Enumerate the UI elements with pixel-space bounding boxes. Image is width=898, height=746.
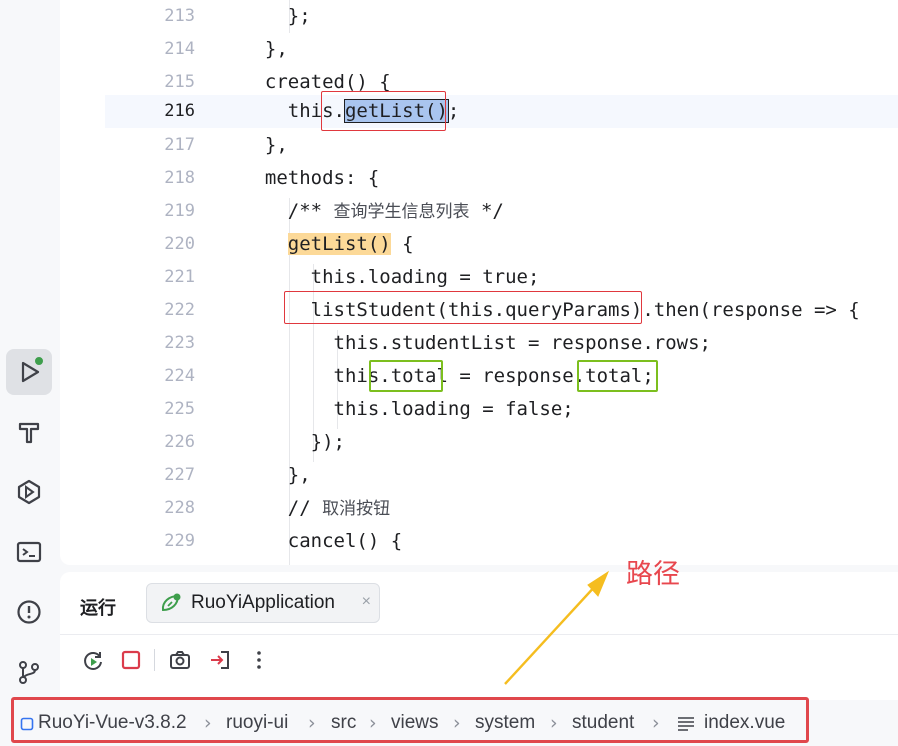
annotation-label: 路径 (626, 559, 680, 590)
rerun-icon (84, 652, 102, 670)
ide-window: { "editor": { "lines": [ {"num": "213", … (0, 0, 898, 746)
code-text: }; (242, 5, 311, 27)
divider (60, 634, 898, 635)
code-text: // (242, 497, 323, 519)
hammer-icon (18, 422, 40, 444)
run-panel-title: 运行 (80, 598, 116, 618)
camera-icon (170, 651, 190, 669)
git-tool-button[interactable] (6, 649, 52, 695)
code-line: 217 }, (105, 129, 898, 162)
code-text: this.loading = true; (242, 266, 540, 288)
line-number: 229 (164, 531, 195, 551)
git-branch-icon (19, 661, 39, 684)
code-text: }); (242, 431, 345, 453)
line-number: 224 (164, 366, 195, 386)
highlight-box-getlist-call (321, 91, 446, 131)
line-number: 218 (164, 168, 195, 188)
spring-boot-app-icon (161, 593, 181, 612)
build-tool-button[interactable] (6, 409, 52, 455)
toolbar-separator (154, 649, 155, 671)
line-number: 216 (164, 101, 195, 121)
code-line: 221 this.loading = true; (105, 261, 898, 294)
code-line: 219 /** 查询学生信息列表 */ (105, 195, 898, 228)
services-icon (17, 479, 41, 505)
line-number: 227 (164, 465, 195, 485)
line-number: 222 (164, 300, 195, 320)
line-number: 225 (164, 399, 195, 419)
run-tool-button[interactable] (6, 349, 52, 395)
code-text: this.studentList = response.rows; (242, 332, 712, 354)
code-comment: 取消按钮 (322, 499, 391, 519)
line-number: 220 (164, 234, 195, 254)
code-text: this.loading = false; (242, 398, 574, 420)
rerun-button[interactable] (80, 647, 106, 673)
tool-window-strip (0, 0, 60, 746)
code-line: 213 }; (105, 0, 898, 33)
run-tab-label: RuoYiApplication (191, 592, 335, 613)
code-editor[interactable]: 213 }; 214 }, 215 created() { 216 this.g… (60, 0, 898, 565)
screenshot-button[interactable] (167, 647, 193, 673)
code-text: */ (469, 200, 504, 222)
code-text: }, (242, 464, 311, 486)
code-text: /** (242, 200, 334, 222)
line-number: 226 (164, 432, 195, 452)
line-number: 217 (164, 135, 195, 155)
services-tool-button[interactable] (6, 469, 52, 515)
close-tab-icon[interactable]: × (362, 593, 371, 611)
terminal-icon (16, 541, 42, 563)
code-text: cancel() { (242, 530, 403, 552)
code-line: 218 methods: { (105, 162, 898, 195)
code-line: 224 this.total = response.total; (105, 360, 898, 393)
code-line: 228 // 取消按钮 (105, 492, 898, 525)
line-number: 214 (164, 39, 195, 59)
code-line-current: 216 this.getList(); (105, 95, 898, 128)
run-config-tab[interactable]: RuoYiApplication × (146, 583, 380, 623)
stop-button[interactable] (118, 647, 144, 673)
running-indicator-icon (34, 356, 44, 366)
code-line: 226 }); (105, 426, 898, 459)
highlight-box-liststudent-call (284, 291, 642, 324)
more-options-button[interactable] (246, 647, 272, 673)
line-number: 221 (164, 267, 195, 287)
code-text: methods: { (242, 167, 380, 189)
restore-layout-button[interactable] (207, 647, 233, 673)
terminal-tool-button[interactable] (6, 529, 52, 575)
code-line: 220 getList() { (105, 228, 898, 261)
code-text: }, (242, 134, 288, 156)
code-line: 227 }, (105, 459, 898, 492)
line-number: 219 (164, 201, 195, 221)
login-icon (211, 651, 229, 669)
line-number: 228 (164, 498, 195, 518)
code-line: 225 this.loading = false; (105, 393, 898, 426)
code-comment: 查询学生信息列表 (333, 202, 470, 222)
highlighted-method-declaration[interactable]: getList() (287, 233, 391, 255)
problems-icon (17, 600, 41, 624)
code-text: ; (447, 100, 460, 122)
code-line: 214 }, (105, 33, 898, 66)
code-text: }, (242, 38, 288, 60)
run-tool-window: 运行 RuoYiApplication × (60, 572, 898, 700)
code-line: 229 cancel() { (105, 525, 898, 558)
more-vertical-icon (257, 651, 261, 669)
code-text: { (390, 233, 414, 255)
highlight-box-breadcrumb (11, 697, 809, 743)
code-area[interactable]: 213 }; 214 }, 215 created() { 216 this.g… (105, 0, 898, 565)
problems-tool-button[interactable] (6, 589, 52, 635)
highlight-box-total-field (369, 360, 443, 392)
line-number: 213 (164, 6, 195, 26)
line-number: 223 (164, 333, 195, 353)
code-line: 223 this.studentList = response.rows; (105, 327, 898, 360)
highlight-box-response-total (577, 360, 658, 392)
stop-icon (121, 650, 141, 670)
